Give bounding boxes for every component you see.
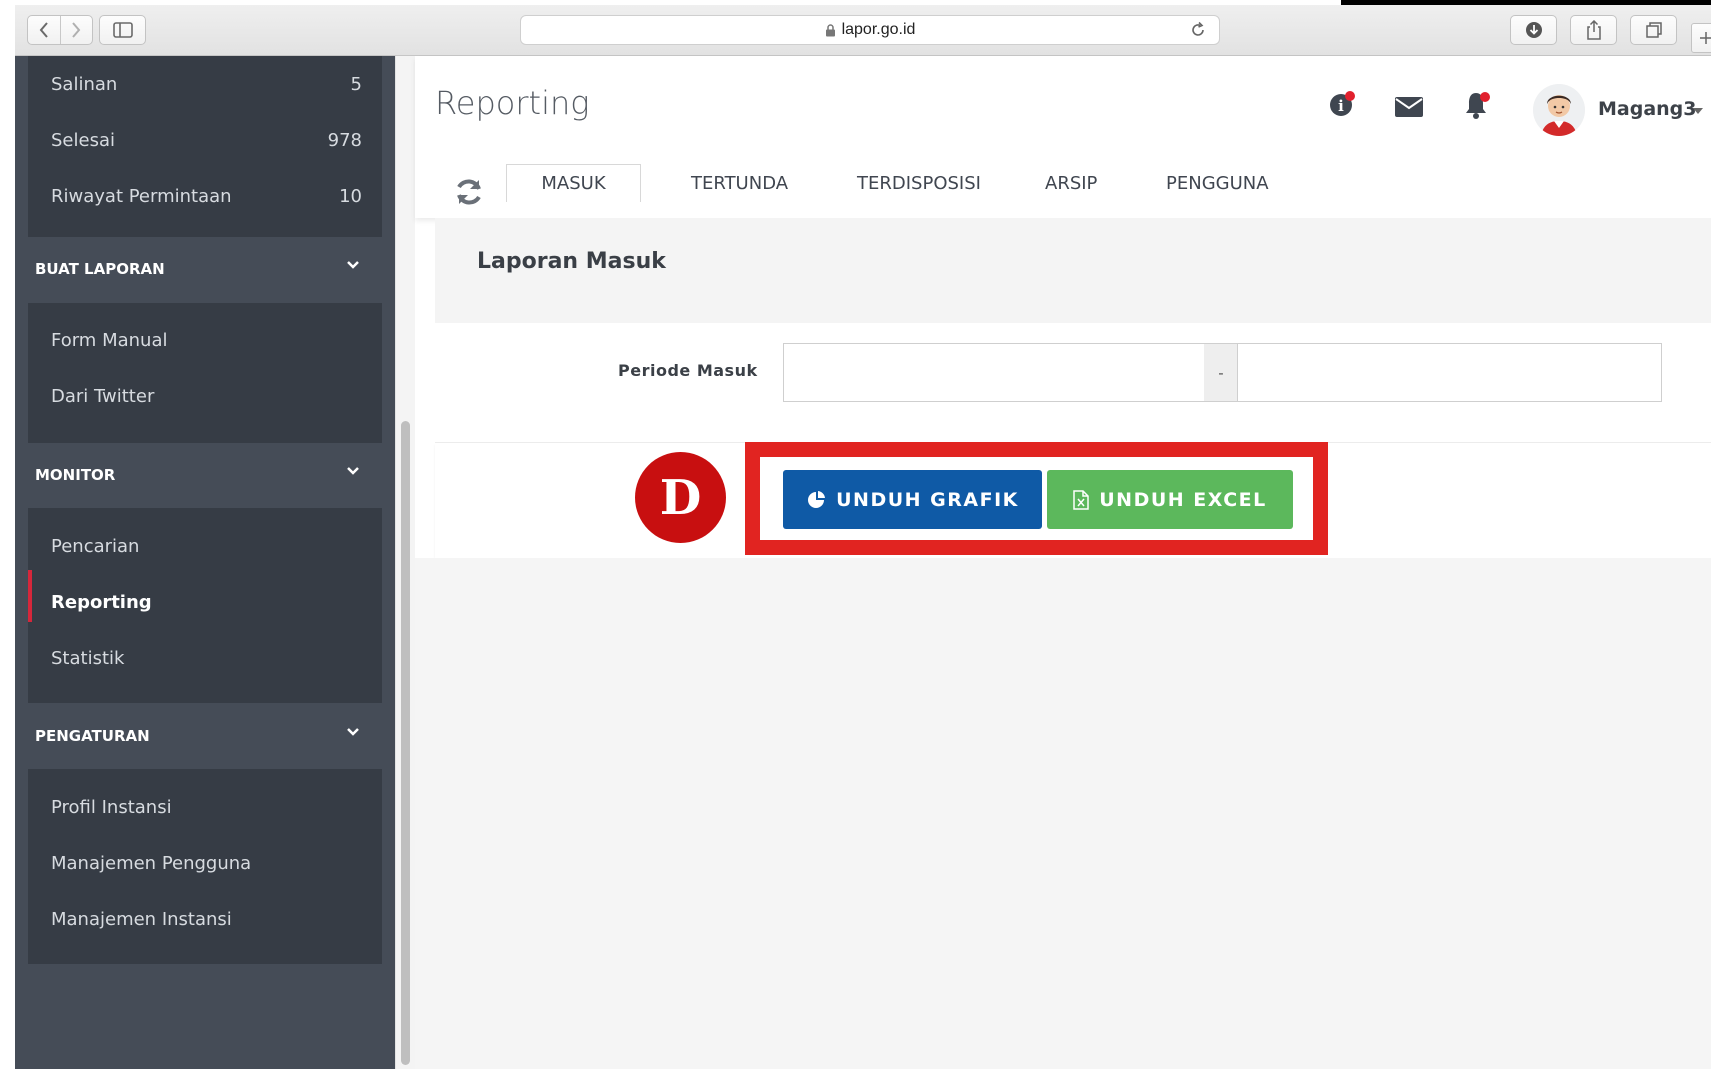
url-text: lapor.go.id <box>841 21 916 38</box>
period-end-input[interactable] <box>1237 343 1662 402</box>
content-header: Laporan Masuk <box>435 218 1711 323</box>
share-button[interactable] <box>1570 15 1617 45</box>
period-start-input[interactable] <box>783 343 1205 402</box>
sidebar-item-selesai[interactable]: Selesai <box>51 120 115 160</box>
sidebar-toggle-button[interactable] <box>99 15 146 45</box>
svg-text:i: i <box>1338 97 1344 115</box>
sidebar-item-salinan[interactable]: Salinan <box>51 64 117 104</box>
address-bar[interactable]: lapor.go.id <box>520 15 1220 45</box>
sidebar-scrollbar[interactable] <box>395 56 415 1069</box>
nav-buttons <box>27 15 93 45</box>
sidebar-item-statistik[interactable]: Statistik <box>51 638 124 678</box>
avatar[interactable] <box>1533 84 1585 136</box>
section-header-pengaturan[interactable]: PENGATURAN <box>35 721 150 751</box>
tabs-overview-icon <box>1645 22 1662 38</box>
section-header-monitor[interactable]: MONITOR <box>35 460 115 490</box>
sidebar-item-dari-twitter[interactable]: Dari Twitter <box>51 376 154 416</box>
chevron-down-icon[interactable] <box>346 258 360 272</box>
download-chart-button[interactable]: UNDUH GRAFIK <box>783 470 1042 529</box>
lock-icon <box>825 23 835 36</box>
refresh-icon[interactable] <box>453 176 485 208</box>
share-icon <box>1586 20 1601 40</box>
sidebar-item-profil-instansi[interactable]: Profil Instansi <box>51 787 172 827</box>
period-label: Periode Masuk <box>618 361 758 380</box>
download-excel-label: UNDUH EXCEL <box>1099 488 1267 511</box>
sidebar-item-form-manual[interactable]: Form Manual <box>51 320 167 360</box>
period-separator: - <box>1204 343 1238 402</box>
period-form-row: Periode Masuk - <box>435 323 1711 443</box>
excel-file-icon <box>1073 489 1089 510</box>
active-indicator <box>28 570 32 622</box>
chevron-down-icon[interactable] <box>346 464 360 478</box>
plus-icon <box>1700 32 1711 44</box>
sidebar-count-riwayat-permintaan: 10 <box>339 185 362 207</box>
sidebar-top-group: Salinan 5 Selesai 978 Riwayat Permintaan… <box>28 56 382 237</box>
download-icon <box>1525 22 1542 38</box>
user-menu-caret-icon[interactable] <box>1693 108 1703 114</box>
sidebar: Salinan 5 Selesai 978 Riwayat Permintaan… <box>15 56 395 1069</box>
section-header-buat-laporan[interactable]: BUAT LAPORAN <box>35 254 165 284</box>
sidebar-item-manajemen-instansi[interactable]: Manajemen Instansi <box>51 899 232 939</box>
pie-chart-icon <box>806 490 826 510</box>
content-title: Laporan Masuk <box>477 249 666 274</box>
sidebar-icon <box>112 22 133 38</box>
mail-icon[interactable] <box>1394 96 1424 118</box>
sidebar-item-reporting[interactable]: Reporting <box>51 582 152 622</box>
section-pengaturan-items: Profil Instansi Manajemen Pengguna Manaj… <box>28 769 382 964</box>
username[interactable]: Magang3 <box>1598 98 1697 120</box>
download-chart-label: UNDUH GRAFIK <box>836 488 1019 511</box>
tab-masuk[interactable]: MASUK <box>506 164 641 202</box>
main-header: Reporting i Magang3 MASUK TERTUNDA TERDI… <box>415 56 1711 218</box>
page: lapor.go.id Salinan 5 Selesai 978 Riwaya… <box>0 0 1711 1069</box>
scrollbar-thumb[interactable] <box>401 421 410 1065</box>
download-excel-button[interactable]: UNDUH EXCEL <box>1047 470 1293 529</box>
sidebar-item-pencarian[interactable]: Pencarian <box>51 526 139 566</box>
sidebar-item-riwayat-permintaan[interactable]: Riwayat Permintaan <box>51 176 232 216</box>
downloads-button[interactable] <box>1510 15 1557 45</box>
tab-terdisposisi[interactable]: TERDISPOSISI <box>857 164 981 202</box>
chevron-down-icon[interactable] <box>346 725 360 739</box>
chevron-left-icon <box>39 22 48 38</box>
section-buat-laporan-items: Form Manual Dari Twitter <box>28 303 382 443</box>
sidebar-count-salinan: 5 <box>350 73 362 95</box>
sidebar-count-selesai: 978 <box>327 129 362 151</box>
browser-toolbar: lapor.go.id <box>15 5 1711 56</box>
bell-icon[interactable] <box>1463 90 1493 120</box>
tab-tertunda[interactable]: TERTUNDA <box>691 164 788 202</box>
section-monitor-items: Pencarian Reporting Statistik <box>28 508 382 703</box>
page-title: Reporting <box>435 84 590 122</box>
info-icon[interactable]: i <box>1329 90 1357 118</box>
reload-icon[interactable] <box>1189 21 1207 39</box>
tab-arsip[interactable]: ARSIP <box>1045 164 1097 202</box>
chevron-right-icon <box>72 22 81 38</box>
tabs-button[interactable] <box>1630 15 1677 45</box>
back-button[interactable] <box>28 16 61 44</box>
user-avatar-icon <box>1533 84 1585 136</box>
new-tab-button[interactable] <box>1691 23 1711 53</box>
sidebar-item-manajemen-pengguna[interactable]: Manajemen Pengguna <box>51 843 251 883</box>
annotation-marker: D <box>635 452 726 543</box>
content-background <box>415 558 1711 1069</box>
forward-button[interactable] <box>61 16 93 44</box>
tab-pengguna[interactable]: PENGGUNA <box>1166 164 1269 202</box>
